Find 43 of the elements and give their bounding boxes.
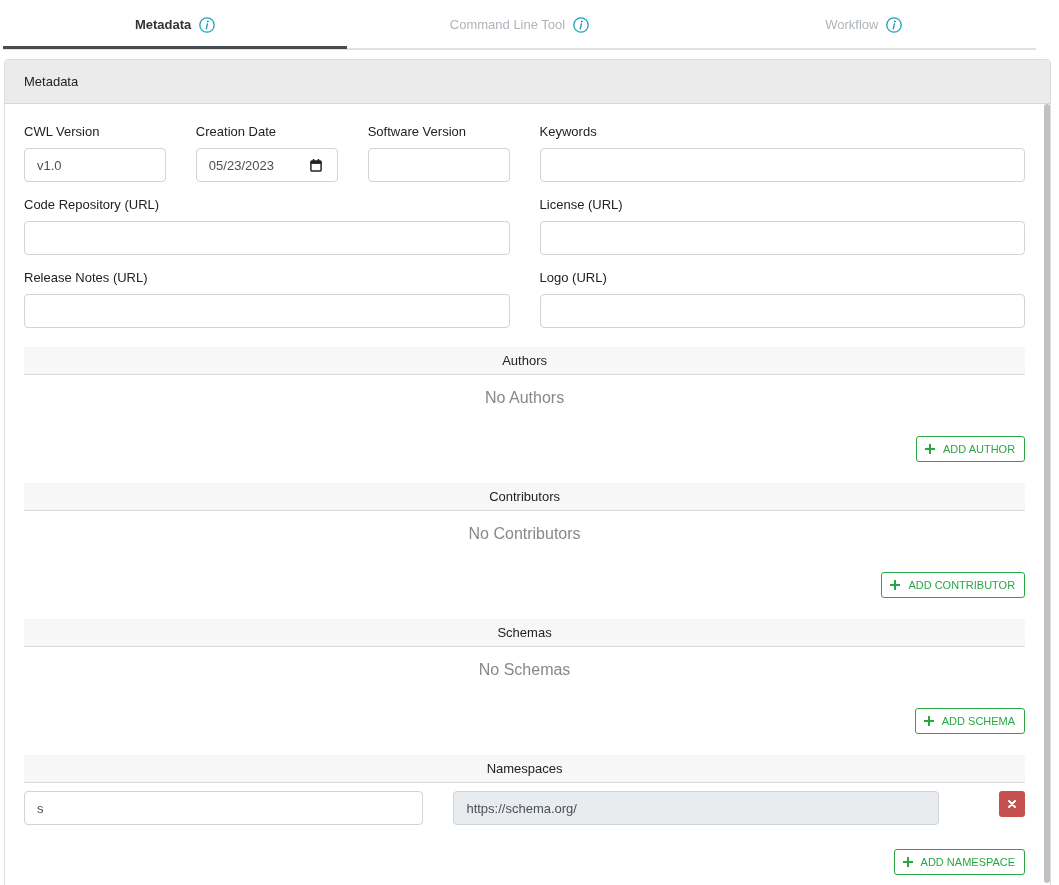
field-label: CWL Version [24, 124, 100, 140]
empty-message: No Authors [484, 388, 566, 408]
plus-icon [890, 580, 901, 590]
plus-icon [923, 716, 934, 726]
tab[interactable]: Metadata [3, 0, 348, 49]
text-field[interactable] [24, 294, 510, 328]
empty-message: No Contributors [467, 524, 582, 544]
text-field[interactable] [539, 221, 1026, 255]
text-field[interactable] [367, 148, 510, 182]
panel-header: Metadata [5, 60, 1050, 104]
delete-button[interactable] [999, 791, 1026, 817]
field-label: Code Repository (URL) [24, 197, 160, 213]
text-field[interactable] [24, 221, 510, 255]
add-button[interactable]: ADD SCHEMA [914, 708, 1026, 734]
info-icon[interactable] [886, 16, 903, 33]
date-field[interactable]: 05/23/2023 [195, 148, 338, 182]
section-header: Schemas [24, 619, 1026, 647]
tab[interactable]: Command Line Tool [347, 0, 692, 49]
section-header: Namespaces [24, 755, 1026, 783]
field-label: Software Version [367, 124, 466, 140]
field-label: Release Notes (URL) [24, 270, 148, 286]
field-label: Logo (URL) [539, 270, 607, 286]
field-label: License (URL) [539, 197, 623, 213]
scrollbar-thumb[interactable] [1044, 104, 1050, 883]
text-field[interactable] [539, 294, 1026, 328]
close-icon [1008, 800, 1017, 808]
empty-message: No Schemas [477, 660, 572, 680]
section-header: Authors [24, 347, 1026, 375]
field-label: Creation Date [195, 124, 277, 140]
add-button[interactable]: ADD AUTHOR [916, 436, 1026, 462]
plus-icon [925, 444, 935, 454]
section-header: Contributors [24, 483, 1026, 511]
info-icon[interactable] [573, 16, 590, 33]
text-field[interactable]: v1.0 [24, 148, 166, 182]
calendar-icon[interactable] [309, 158, 322, 172]
info-icon[interactable] [199, 16, 216, 33]
field-label: Keywords [539, 124, 597, 140]
plus-icon [902, 857, 913, 867]
tab[interactable]: Workflow [691, 0, 1036, 49]
add-button[interactable]: ADD NAMESPACE [893, 849, 1026, 875]
text-field[interactable] [539, 148, 1026, 182]
prefix-field[interactable]: s [24, 791, 424, 825]
add-button[interactable]: ADD CONTRIBUTOR [881, 572, 1026, 598]
